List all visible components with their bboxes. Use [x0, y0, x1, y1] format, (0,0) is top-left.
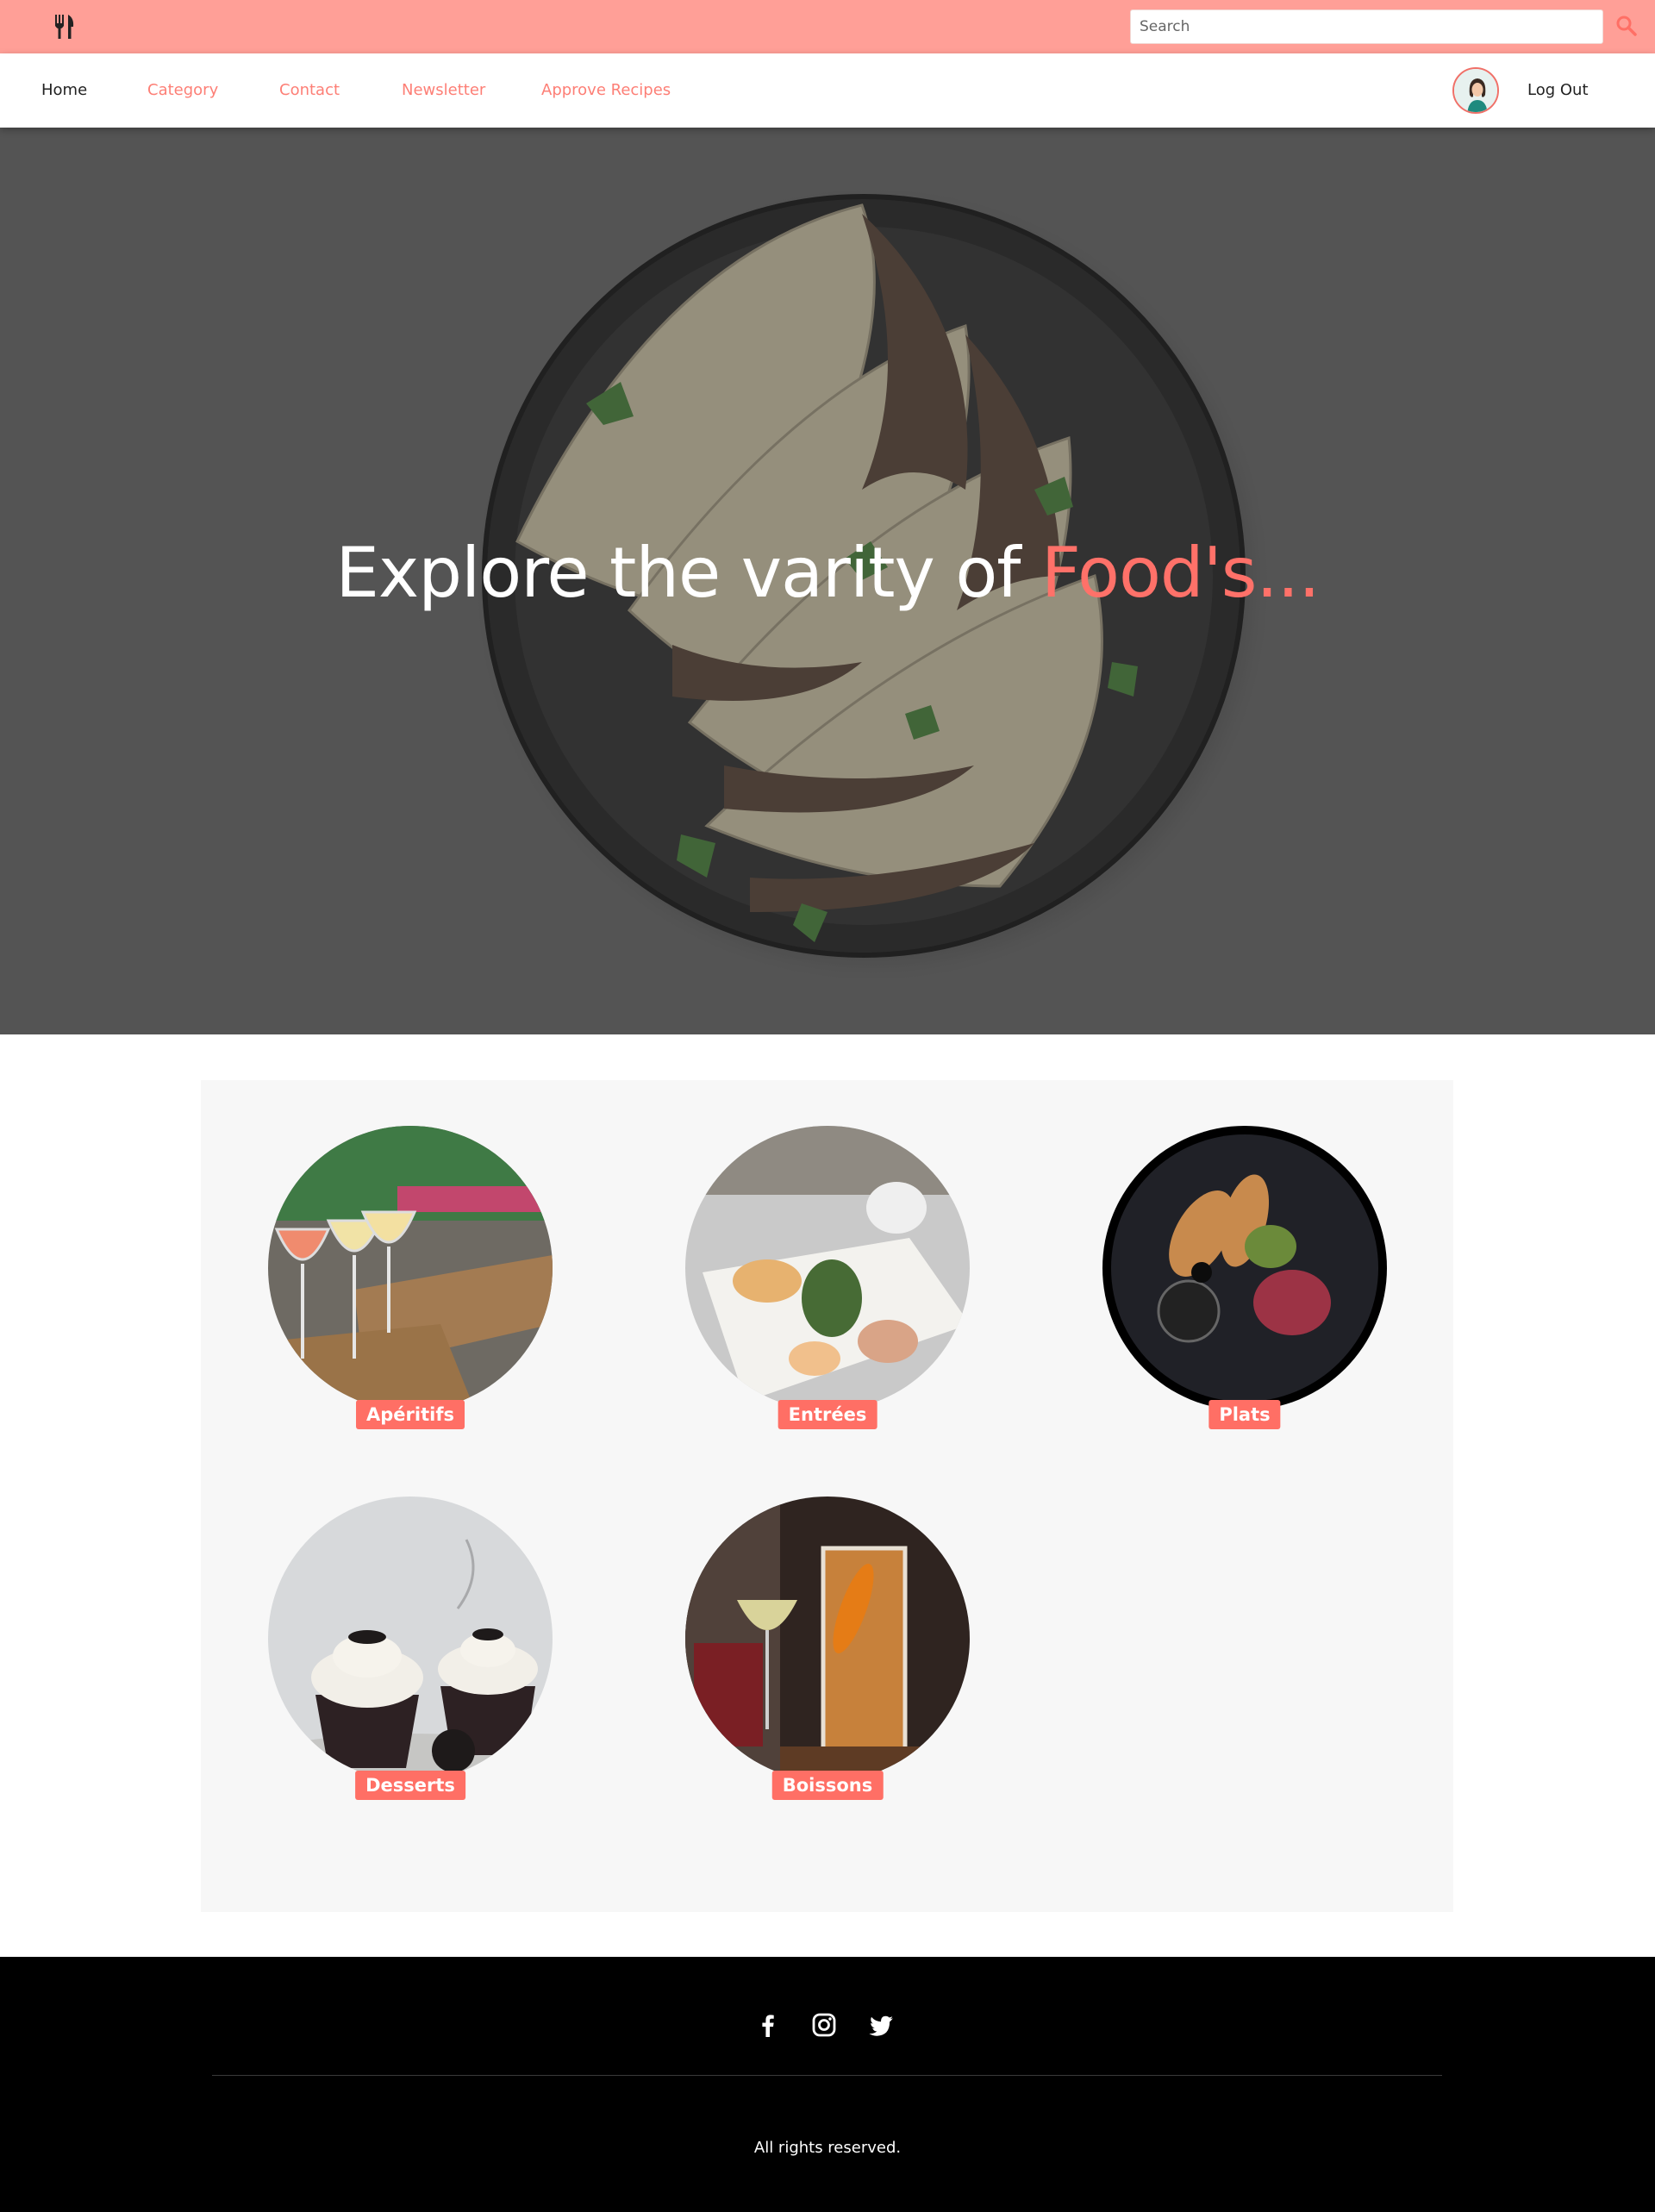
category-label: Boissons [771, 1771, 884, 1800]
top-bar [0, 0, 1655, 53]
hero-title: Explore the varity of Food's... [0, 533, 1655, 613]
categories-section: Apéritifs Entrées Plats Desserts Boisson… [201, 1080, 1453, 1912]
category-card-boissons[interactable]: Boissons [685, 1497, 970, 1815]
boissons-image [685, 1497, 970, 1781]
utensils-icon[interactable] [53, 14, 76, 40]
logout-link[interactable]: Log Out [1527, 81, 1589, 99]
nav-home[interactable]: Home [41, 81, 87, 99]
footer: All rights reserved. [0, 1957, 1655, 2212]
category-card-entrees[interactable]: Entrées [685, 1126, 970, 1445]
avatar[interactable] [1452, 67, 1499, 114]
twitter-icon[interactable] [869, 2012, 895, 2038]
nav-category[interactable]: Category [147, 81, 218, 99]
user-avatar-image [1454, 69, 1497, 112]
category-label: Desserts [355, 1771, 465, 1800]
hero-banner: Explore the varity of Food's... [0, 128, 1655, 1034]
search-icon[interactable] [1615, 15, 1638, 37]
facebook-icon[interactable] [755, 2012, 781, 2038]
nav-newsletter[interactable]: Newsletter [402, 81, 485, 99]
category-card-desserts[interactable]: Desserts [268, 1497, 553, 1815]
main-nav: Home Category Contact Newsletter Approve… [0, 53, 1655, 128]
nav-approve-recipes[interactable]: Approve Recipes [541, 81, 671, 99]
category-card-aperitifs[interactable]: Apéritifs [268, 1126, 553, 1445]
instagram-icon[interactable] [811, 2012, 837, 2038]
plats-image [1102, 1126, 1387, 1410]
hero-title-accent: Food's... [1040, 533, 1321, 613]
nav-contact[interactable]: Contact [279, 81, 340, 99]
search-input[interactable] [1130, 9, 1603, 44]
aperitifs-image [268, 1126, 553, 1410]
copyright-text: All rights reserved. [753, 2139, 902, 2157]
footer-divider [212, 2075, 1442, 2076]
category-label: Entrées [778, 1400, 877, 1429]
category-label: Plats [1208, 1400, 1281, 1429]
category-label: Apéritifs [356, 1400, 465, 1429]
desserts-image [268, 1497, 553, 1781]
category-card-plats[interactable]: Plats [1102, 1126, 1387, 1445]
entrees-image [685, 1126, 970, 1410]
hero-title-main: Explore the varity of [335, 533, 1041, 613]
